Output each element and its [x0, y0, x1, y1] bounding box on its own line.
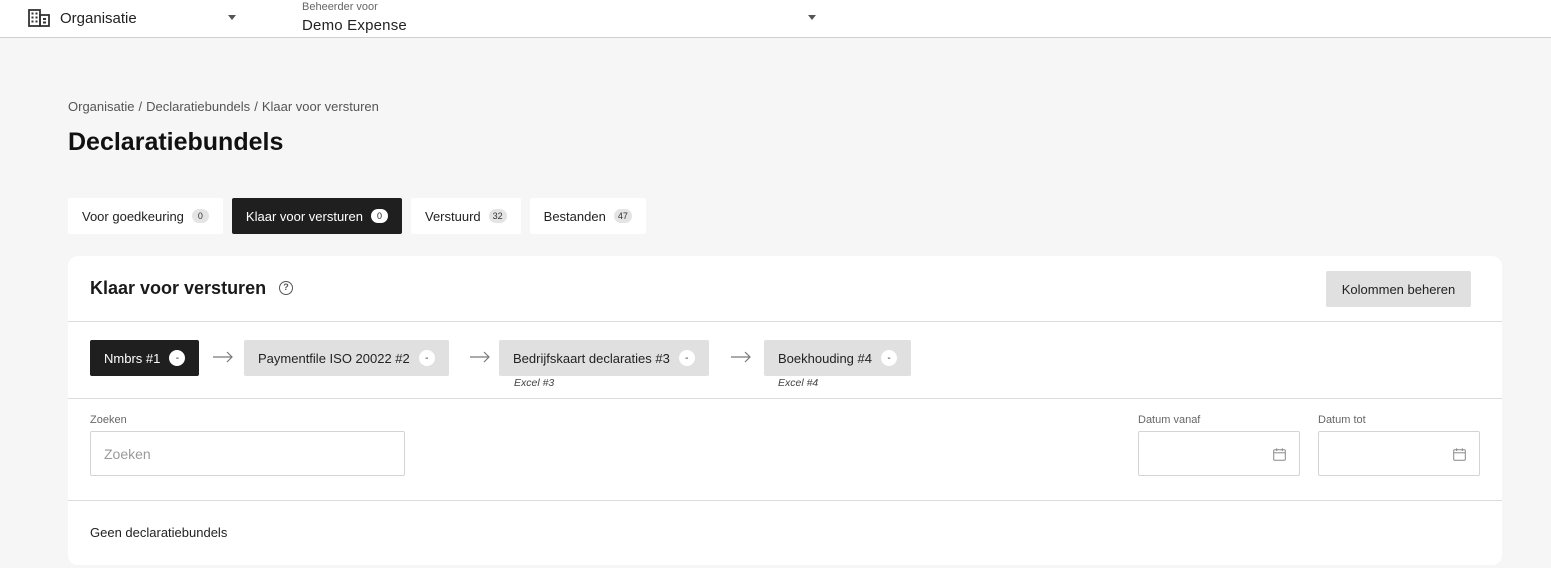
count-badge: 0 — [370, 209, 388, 223]
step-sub-label: Excel #4 — [778, 377, 819, 389]
chevron-down-icon — [808, 15, 816, 20]
calendar-icon[interactable] — [1273, 448, 1286, 461]
calendar-icon[interactable] — [1453, 448, 1466, 461]
date-from-input[interactable] — [1138, 431, 1300, 476]
arrow-right-icon — [731, 351, 751, 363]
building-icon — [28, 9, 50, 27]
step-nmbrs[interactable]: Nmbrs #1 - — [90, 340, 200, 376]
empty-state-message: Geen declaratiebundels — [90, 525, 228, 540]
admin-for-select[interactable]: Beheerder voor Demo Expense — [302, 0, 818, 36]
step-label: Nmbrs #1 — [104, 350, 161, 366]
step-badge: - — [880, 350, 897, 366]
divider — [68, 398, 1502, 399]
bundles-card: Klaar voor versturen ? Kolommen beheren … — [68, 256, 1502, 565]
search-input[interactable]: Zoeken — [90, 431, 405, 476]
tab-label: Verstuurd — [424, 208, 481, 224]
top-bar: Organisatie Beheerder voor Demo Expense — [0, 0, 1551, 38]
tab-label: Bestanden — [543, 208, 606, 224]
breadcrumb-item-declaratiebundels[interactable]: Declaratiebundels — [146, 99, 250, 114]
page-title: Declaratiebundels — [68, 128, 284, 156]
divider — [68, 321, 1502, 322]
help-icon[interactable]: ? — [279, 281, 293, 295]
admin-for-value: Demo Expense — [302, 17, 407, 34]
arrow-right-icon — [213, 351, 233, 363]
chevron-down-icon — [228, 15, 236, 20]
admin-for-label: Beheerder voor — [302, 1, 378, 13]
tab-label: Klaar voor versturen — [245, 208, 363, 224]
date-to-input[interactable] — [1318, 431, 1480, 476]
tab-verstuurd[interactable]: Verstuurd 32 — [410, 198, 521, 234]
tab-label: Voor goedkeuring — [82, 208, 184, 224]
step-label: Bedrijfskaart declaraties #3 — [513, 350, 670, 366]
organisation-select[interactable]: Organisatie — [28, 0, 240, 36]
manage-columns-button[interactable]: Kolommen beheren — [1326, 271, 1471, 307]
tab-voor-goedkeuring[interactable]: Voor goedkeuring 0 — [68, 198, 223, 234]
status-tabs: Voor goedkeuring 0 Klaar voor versturen … — [68, 198, 646, 234]
breadcrumb: Organisatie / Declaratiebundels / Klaar voor… — [68, 99, 379, 114]
breadcrumb-item-organisatie[interactable]: Organisatie — [68, 99, 134, 114]
date-to-label: Datum tot — [1318, 414, 1366, 426]
count-badge: 32 — [488, 209, 507, 223]
step-label: Boekhouding #4 — [778, 350, 872, 366]
date-from-label: Datum vanaf — [1138, 414, 1201, 426]
breadcrumb-separator: / — [254, 99, 258, 114]
step-badge: - — [169, 350, 186, 366]
organisation-select-label: Organisatie — [60, 9, 137, 27]
step-badge: - — [678, 350, 695, 366]
breadcrumb-item-current: Klaar voor versturen — [261, 99, 379, 114]
breadcrumb-separator: / — [138, 99, 143, 114]
tab-klaar-voor-versturen[interactable]: Klaar voor versturen 0 — [231, 198, 402, 234]
step-bedrijfskaart[interactable]: Bedrijfskaart declaraties #3 - — [499, 340, 709, 376]
count-badge: 0 — [191, 209, 209, 223]
divider — [68, 500, 1502, 501]
step-boekhouding[interactable]: Boekhouding #4 - — [764, 340, 911, 376]
search-label: Zoeken — [90, 414, 127, 426]
step-paymentfile[interactable]: Paymentfile ISO 20022 #2 - — [244, 340, 449, 376]
step-sub-label: Excel #3 — [514, 377, 555, 389]
card-title: Klaar voor versturen — [90, 278, 267, 298]
arrow-right-icon — [470, 351, 490, 363]
step-label: Paymentfile ISO 20022 #2 — [258, 350, 410, 366]
step-badge: - — [418, 350, 435, 366]
count-badge: 47 — [613, 209, 632, 223]
tab-bestanden[interactable]: Bestanden 47 — [529, 198, 646, 234]
